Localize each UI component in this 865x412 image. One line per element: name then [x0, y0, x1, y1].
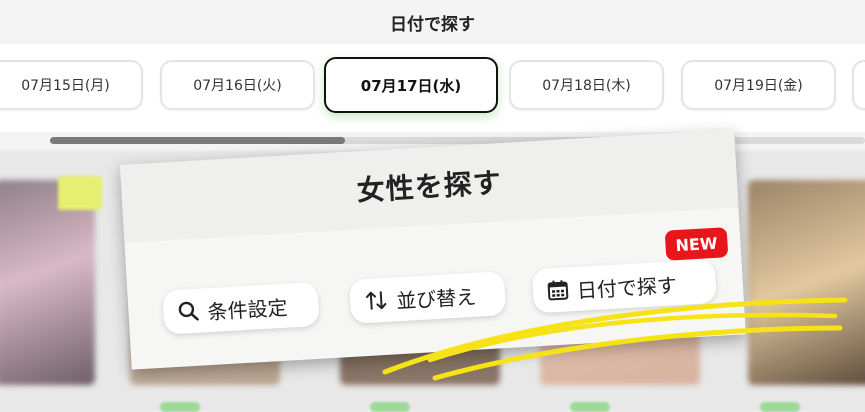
- highlight-scribble: [0, 0, 865, 410]
